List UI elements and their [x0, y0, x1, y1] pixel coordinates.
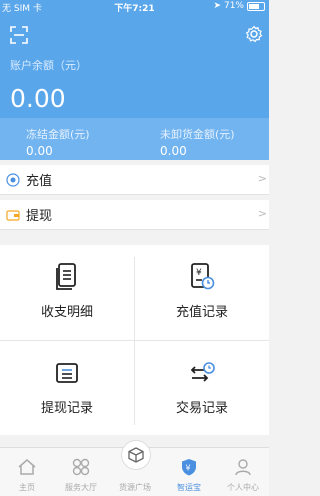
svg-text:¥: ¥	[186, 464, 191, 473]
shield-icon: ¥	[182, 459, 196, 476]
battery-icon	[247, 1, 265, 11]
document-icon	[56, 263, 76, 290]
grid-label: 交易记录	[175, 401, 228, 416]
services-icon	[72, 458, 90, 476]
tab-services[interactable]: 服务大厅	[54, 448, 108, 496]
grid-label: 充值记录	[175, 305, 228, 320]
withdraw-record-icon	[56, 363, 78, 383]
recharge-record-icon: ¥	[191, 263, 215, 290]
unloaded-label: 未卸货金额(元)	[160, 128, 235, 141]
grid-label: 收支明细	[40, 305, 93, 320]
scan-icon[interactable]	[10, 26, 28, 44]
gear-icon[interactable]	[245, 25, 263, 43]
records-grid: 收支明细 ¥ 充值记录 提现记录 交易记录	[0, 245, 269, 435]
recharge-icon	[6, 172, 20, 187]
person-icon	[235, 459, 251, 476]
account-header: 无 SIM 卡 下午7:21 ➤ 71% 账户余额（元） 0.00 冻结金额(元…	[0, 0, 269, 160]
frozen-value: 0.00	[26, 144, 53, 158]
withdraw-row[interactable]: 提现 >	[0, 200, 269, 230]
status-bar: 无 SIM 卡 下午7:21 ➤ 71%	[0, 0, 269, 14]
tab-home[interactable]: 主页	[0, 448, 54, 496]
withdraw-record-button[interactable]: 提现记录	[0, 341, 134, 436]
tab-cargo[interactable]: 货源广场	[108, 440, 162, 496]
location-arrow-icon: ➤	[213, 1, 221, 11]
tab-zhiyunbao[interactable]: ¥ 智运宝	[162, 448, 216, 496]
home-icon	[18, 459, 36, 475]
wallet-icon	[6, 209, 20, 221]
chevron-right-icon: >	[257, 172, 267, 185]
tab-label: 智运宝	[177, 483, 201, 492]
cargo-bubble	[121, 440, 151, 470]
frozen-label: 冻结金额(元)	[26, 128, 90, 141]
chevron-right-icon: >	[257, 207, 267, 220]
income-expense-detail-button[interactable]: 收支明细	[0, 245, 134, 340]
balance-value: 0.00	[10, 84, 66, 113]
tab-label: 个人中心	[227, 483, 259, 492]
grid-label: 提现记录	[40, 401, 93, 416]
cargo-icon	[128, 447, 144, 463]
tab-bar: 主页 服务大厅 货源广场 ¥ 智运宝 个人中心	[0, 440, 270, 496]
tab-label: 服务大厅	[65, 483, 97, 492]
recharge-record-button[interactable]: ¥ 充值记录	[135, 245, 269, 340]
transaction-record-button[interactable]: 交易记录	[135, 341, 269, 436]
balance-label: 账户余额（元）	[10, 59, 87, 72]
sub-balance-bar: 冻结金额(元) 0.00 未卸货金额(元) 0.00	[0, 118, 269, 160]
battery-percent: 71%	[223, 1, 244, 11]
transaction-icon	[190, 362, 215, 382]
tab-profile[interactable]: 个人中心	[216, 448, 270, 496]
tab-label: 主页	[19, 483, 35, 492]
recharge-label: 充值	[26, 174, 53, 189]
withdraw-label: 提现	[26, 209, 53, 224]
tab-label: 货源广场	[119, 483, 151, 492]
svg-text:¥: ¥	[196, 268, 202, 278]
battery-indicator: ➤ 71%	[213, 1, 265, 11]
unloaded-value: 0.00	[160, 144, 187, 158]
recharge-row[interactable]: 充值 >	[0, 165, 269, 195]
